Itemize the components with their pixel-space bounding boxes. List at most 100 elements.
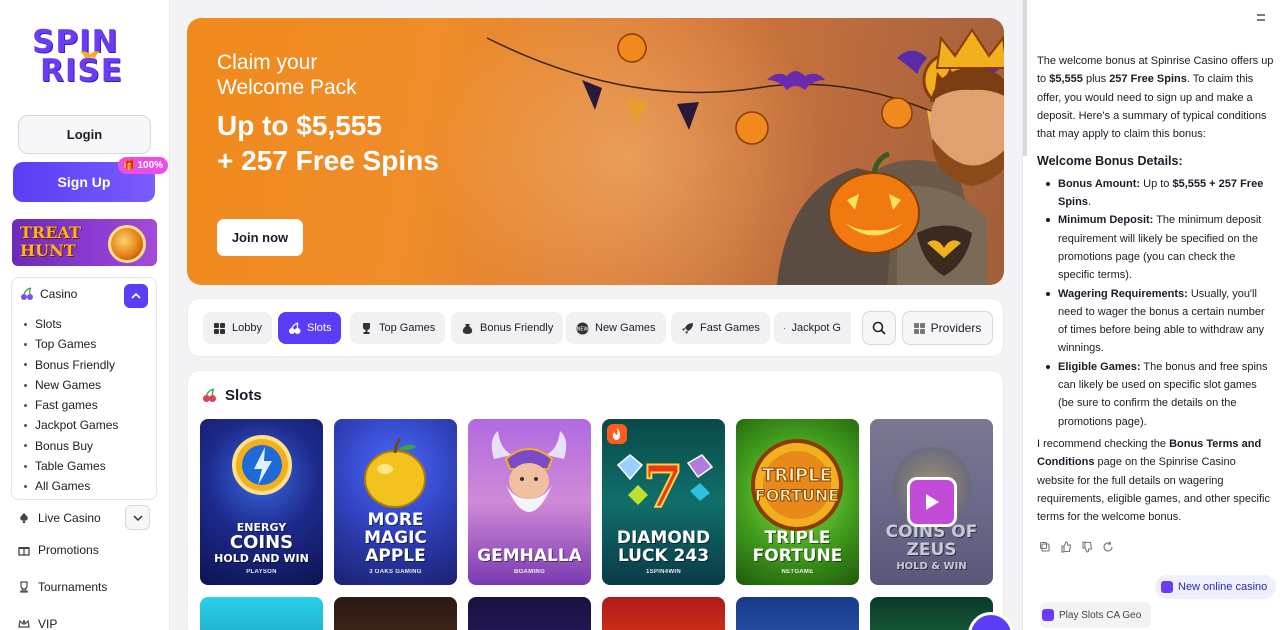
nav-promotions[interactable]: Promotions	[18, 543, 99, 557]
game-card-row2-3[interactable]	[468, 597, 591, 630]
assistant-message: The welcome bonus at Spinrise Casino off…	[1037, 52, 1275, 526]
detail-label: Bonus Amount:	[1058, 177, 1141, 190]
detail-text: Up to	[1140, 177, 1173, 190]
tab-bonus-friendly-label: Bonus Friendly	[480, 322, 554, 334]
casino-label: Casino	[40, 287, 78, 301]
bat-icon	[80, 51, 100, 59]
hero-claim-line2: Welcome Pack	[217, 76, 357, 99]
jackpot-icon	[784, 327, 786, 329]
casino-item-slots[interactable]: Slots	[24, 314, 118, 334]
game-card-coins-of-zeus[interactable]: COINS OF ZEUS HOLD & WIN	[870, 419, 993, 585]
tab-lobby[interactable]: Lobby	[203, 312, 272, 344]
casino-item-all-games[interactable]: All Games	[24, 476, 118, 496]
assistant-intro: The welcome bonus at Spinrise Casino off…	[1037, 52, 1275, 143]
search-icon	[872, 321, 886, 335]
play-preview-button[interactable]	[907, 477, 957, 527]
tab-slots-label: Slots	[307, 322, 332, 334]
hero-bonus-amount: Up to $5,555 + 257 Free Spins	[217, 108, 439, 178]
game-card-diamond-luck-243[interactable]: 7 DIAMOND LUCK 243 1SPIN4WIN	[602, 419, 725, 585]
panel-scrollbar[interactable]	[1023, 0, 1027, 156]
casino-item-top-games[interactable]: Top Games	[24, 334, 118, 354]
nav-tournaments[interactable]: Tournaments	[18, 580, 107, 594]
suggestion-chip-new-online-casino[interactable]: New online casino	[1155, 575, 1277, 599]
game-card-row2-5[interactable]	[736, 597, 859, 630]
casino-menu-header[interactable]: Casino	[20, 287, 77, 301]
cherries-icon	[289, 321, 301, 334]
tab-top-games[interactable]: Top Games	[350, 312, 446, 344]
hero-claim-line1: Claim your	[217, 51, 318, 74]
chip-app-icon	[1042, 609, 1054, 621]
game-card-row2-1[interactable]	[200, 597, 323, 630]
svg-text:FORTUNE: FORTUNE	[755, 486, 839, 505]
game-card-gemhalla[interactable]: GEMHALLA BGAMING	[468, 419, 591, 585]
tab-bonus-friendly[interactable]: Bonus Friendly	[451, 312, 564, 344]
gift-box-icon	[18, 547, 30, 556]
suggestion-chip-play-slots[interactable]: Play Slots CA Geo	[1040, 602, 1152, 628]
casino-item-bonus-buy[interactable]: Bonus Buy	[24, 436, 118, 456]
rocket-icon	[682, 322, 693, 334]
casino-item-table-games[interactable]: Table Games	[24, 456, 118, 476]
casino-item-bonus-friendly[interactable]: Bonus Friendly	[24, 355, 118, 375]
tab-fast-games[interactable]: Fast Games	[671, 312, 770, 344]
hero-claim-text: Claim your Welcome Pack	[217, 50, 357, 100]
casino-item-jackpot-games[interactable]: Jackpot Games	[24, 415, 118, 435]
casino-item-new-games[interactable]: New Games	[24, 375, 118, 395]
tab-jackpot-games[interactable]: Jackpot G	[774, 312, 851, 344]
game-card-more-magic-apple[interactable]: MORE MAGIC APPLE 3 OAKS GAMING	[334, 419, 457, 585]
game-card-energy-coins[interactable]: ENERGY COINS HOLD AND WIN PLAYSON	[200, 419, 323, 585]
game-search-button[interactable]	[862, 311, 896, 345]
game-title: MORE MAGIC APPLE	[364, 510, 427, 566]
casino-collapse-button[interactable]	[124, 284, 148, 308]
nav-vip[interactable]: VIP	[18, 617, 57, 630]
slots-title-text: Slots	[225, 387, 262, 404]
thumbs-up-icon[interactable]	[1060, 540, 1072, 553]
crown-icon	[18, 619, 30, 628]
intro-amount: $5,555	[1049, 73, 1083, 86]
game-provider: NETGAME	[781, 569, 814, 575]
join-now-button[interactable]: Join now	[217, 219, 303, 256]
treat-hunt-banner[interactable]: TREAT HUNT	[12, 219, 157, 266]
game-subtitle: HOLD AND WIN	[214, 552, 309, 565]
money-bag-icon	[462, 323, 473, 334]
game-subtitle: HOLD & WIN	[896, 561, 967, 572]
thumbs-down-icon[interactable]	[1081, 540, 1093, 553]
detail-label: Wagering Requirements:	[1058, 287, 1188, 300]
spade-icon	[20, 513, 28, 523]
copy-icon[interactable]	[1039, 540, 1051, 552]
game-category-tabs: Lobby Slots Top Games Bonus Friendly NEW…	[187, 298, 1004, 357]
vip-label: VIP	[38, 617, 58, 630]
login-button[interactable]: Login	[18, 115, 151, 154]
casino-menu: Casino Slots Top Games Bonus Friendly Ne…	[11, 277, 157, 500]
treat-hunt-line1: TREAT	[20, 223, 81, 242]
tab-slots[interactable]: Slots	[278, 312, 342, 344]
regenerate-icon[interactable]	[1102, 540, 1114, 552]
providers-button[interactable]: Providers	[902, 311, 993, 345]
grid-icon	[214, 322, 225, 334]
svg-text:7: 7	[643, 453, 683, 521]
game-card-row2-4[interactable]	[602, 597, 725, 630]
bonus-detail-item: Bonus Amount: Up to $5,555 + 257 Free Sp…	[1044, 175, 1275, 212]
casino-item-fast-games[interactable]: Fast games	[24, 395, 118, 415]
game-card-row2-2[interactable]	[334, 597, 457, 630]
sidebar: SPIN RISE Login Sign Up 🎁 100% TREAT HUN…	[0, 0, 170, 630]
bonus-details-list: Bonus Amount: Up to $5,555 + 257 Free Sp…	[1044, 175, 1275, 431]
signup-bonus-badge: 🎁 100%	[118, 157, 169, 174]
spinrise-logo[interactable]: SPIN RISE	[32, 27, 138, 88]
tab-new-games[interactable]: NEW New Games	[566, 312, 666, 344]
svg-text:TRIPLE: TRIPLE	[762, 465, 832, 486]
game-title: COINS OF ZEUS	[885, 522, 978, 560]
svg-text:NEW: NEW	[577, 326, 589, 332]
casino-submenu: Slots Top Games Bonus Friendly New Games…	[24, 314, 118, 497]
new-icon: NEW	[576, 322, 589, 334]
promotions-label: Promotions	[38, 543, 99, 557]
detail-label: Minimum Deposit:	[1058, 214, 1154, 227]
welcome-hero-banner[interactable]: Claim your Welcome Pack Up to $5,555 + 2…	[187, 18, 1004, 285]
viking-god-icon	[491, 431, 567, 512]
tab-lobby-label: Lobby	[232, 322, 262, 334]
live-casino-expand-button[interactable]	[125, 505, 150, 530]
nav-live-casino[interactable]: Live Casino	[18, 511, 101, 525]
halloween-knight-illustration	[486, 28, 1004, 285]
panel-menu-icon[interactable]	[1255, 13, 1267, 23]
game-card-triple-fortune[interactable]: TRIPLE FORTUNE TRIPLE FORTUNE NETGAME	[736, 419, 859, 585]
game-title: DIAMOND LUCK 243	[616, 528, 711, 566]
